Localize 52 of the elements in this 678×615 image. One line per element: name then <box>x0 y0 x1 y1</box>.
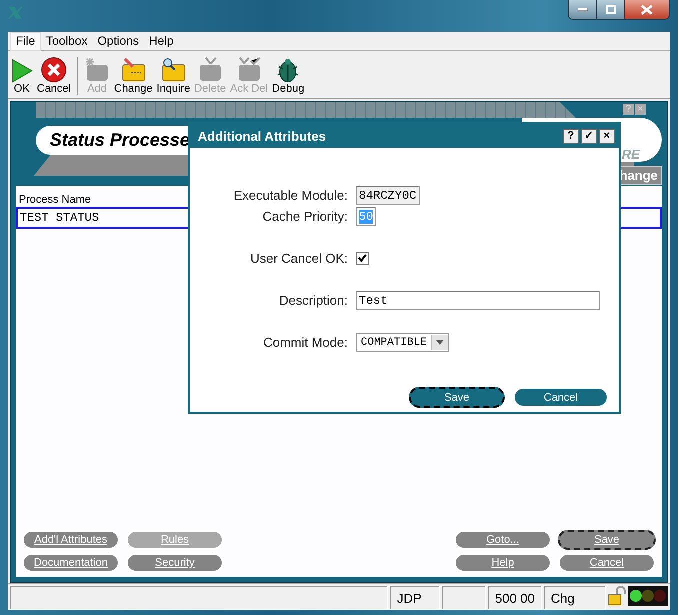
status-cell: 500 00 <box>488 586 542 610</box>
left-button[interactable]: Security <box>126 553 224 573</box>
minimize-button[interactable] <box>569 0 597 19</box>
play-icon <box>11 59 33 83</box>
folder-icon <box>197 57 224 83</box>
close-button[interactable] <box>625 0 669 19</box>
maximize-button[interactable] <box>597 0 625 19</box>
right-button[interactable]: Cancel <box>558 553 656 573</box>
menu-item[interactable]: File <box>10 32 42 50</box>
field-label: Description: <box>278 293 349 308</box>
status-cell: Chg <box>544 586 606 610</box>
maximize-icon <box>606 5 616 14</box>
checkbox[interactable] <box>356 252 369 265</box>
lock-icon <box>608 586 626 606</box>
toolbar-button[interactable]: Cancel <box>36 57 72 95</box>
traffic-light-icon <box>628 586 668 606</box>
menu-item[interactable]: Help <box>144 32 179 50</box>
right-button[interactable]: Goto... <box>454 530 552 550</box>
toolbar-button[interactable]: Debug <box>271 57 306 95</box>
title-button[interactable]: × <box>599 128 615 144</box>
column-header: Process Name <box>18 194 92 206</box>
input-field[interactable]: Test <box>356 291 600 310</box>
toolbar-button[interactable]: Inquire <box>156 57 192 95</box>
right-button[interactable]: Save <box>558 530 656 550</box>
folder-check-icon <box>236 57 262 83</box>
left-button[interactable]: Documentation <box>22 553 120 573</box>
folder-magnifier-icon <box>160 57 187 83</box>
minimize-icon <box>578 8 588 12</box>
title-button[interactable]: ✓ <box>581 128 597 144</box>
dialog-button[interactable]: Cancel <box>513 387 609 408</box>
title-button[interactable]: ? <box>563 128 579 144</box>
close-icon <box>641 4 653 14</box>
toolbar-button[interactable]: OK <box>10 59 34 95</box>
field-label: User Cancel OK: <box>249 251 349 266</box>
caret-icon <box>436 340 444 345</box>
right-button[interactable]: Help <box>454 553 552 573</box>
status-cell: JDP <box>390 586 440 610</box>
toolbar-button[interactable]: Change <box>113 57 154 95</box>
field-label: Commit Mode: <box>262 335 349 350</box>
field-label: Executable Module: <box>232 188 349 203</box>
dialog-button[interactable]: Save <box>409 387 505 408</box>
left-button[interactable]: Add'l Attributes <box>22 530 120 550</box>
menu-item[interactable]: Toolbox <box>41 32 93 50</box>
folder-pencil-icon <box>120 57 147 83</box>
menu-item[interactable]: Options <box>92 32 144 50</box>
dropdown[interactable]: COMPATIBLE <box>356 333 450 352</box>
input-field[interactable]: 84RCZY0C <box>356 186 420 205</box>
status-panel <box>442 586 486 610</box>
folder-icon <box>84 57 110 83</box>
dialog-title: Additional Attributes <box>198 128 326 144</box>
field-label: Cache Priority: <box>262 209 349 224</box>
close-icon <box>41 57 68 83</box>
